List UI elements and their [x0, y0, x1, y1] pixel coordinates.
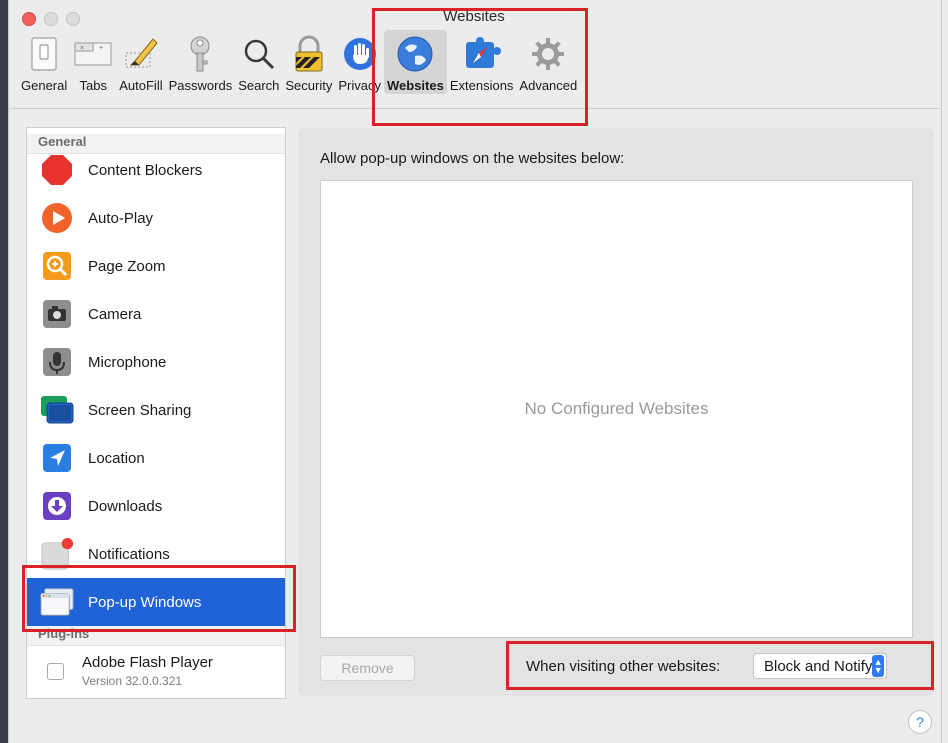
- sidebar-item-downloads[interactable]: Downloads: [27, 482, 285, 530]
- sidebar-item-label: Page Zoom: [88, 257, 166, 275]
- toolbar-autofill[interactable]: AutoFill: [116, 30, 165, 94]
- tabs-icon: × +: [73, 34, 113, 74]
- toolbar-security-label: Security: [285, 78, 333, 93]
- sidebar-item-microphone[interactable]: Microphone: [27, 338, 285, 386]
- toolbar-privacy-label: Privacy: [338, 78, 381, 93]
- allow-popups-label: Allow pop-up windows on the websites bel…: [320, 150, 625, 167]
- toolbar-privacy[interactable]: Privacy: [335, 30, 384, 94]
- autofill-pencil-icon: [121, 34, 161, 74]
- general-switch-icon: [24, 34, 64, 74]
- sidebar-item-label: Screen Sharing: [88, 401, 192, 419]
- toolbar-websites[interactable]: Websites: [383, 30, 447, 94]
- sidebar-item-auto-play[interactable]: Auto-Play: [27, 194, 285, 242]
- magnifier-icon: [239, 34, 279, 74]
- preferences-toolbar: General × + Tabs AutoFill Passwords Searc…: [18, 30, 580, 102]
- sidebar-item-content-blockers[interactable]: Content Blockers: [27, 146, 285, 194]
- sidebar-item-label: Pop-up Windows: [88, 593, 202, 611]
- sidebar-item-label: Location: [88, 449, 145, 467]
- sidebar-item-screen-sharing[interactable]: Screen Sharing: [27, 386, 285, 434]
- sidebar-item-label: Auto-Play: [88, 209, 154, 227]
- toolbar-extensions[interactable]: Extensions: [447, 30, 517, 94]
- flash-info: Adobe Flash Player Version 32.0.0.321: [82, 654, 213, 688]
- background-edge: [0, 0, 8, 743]
- sidebar-item-adobe-flash[interactable]: Adobe Flash Player Version 32.0.0.321: [27, 648, 285, 694]
- sidebar-item-label: Camera: [88, 305, 142, 323]
- puzzle-compass-icon: [462, 34, 502, 74]
- svg-text:+: +: [99, 45, 103, 52]
- configured-websites-list[interactable]: No Configured Websites: [320, 180, 913, 638]
- toolbar-tabs-label: Tabs: [79, 78, 107, 93]
- sidebar-item-location[interactable]: Location: [27, 434, 285, 482]
- toolbar-advanced-label: Advanced: [519, 78, 578, 93]
- sidebar-item-notifications[interactable]: Notifications: [27, 530, 285, 578]
- toolbar-websites-label: Websites: [386, 78, 444, 93]
- zoom-in-icon: [40, 249, 74, 283]
- toolbar-extensions-label: Extensions: [449, 78, 514, 93]
- help-button[interactable]: ?: [908, 710, 932, 734]
- download-icon: [40, 489, 74, 523]
- toolbar-general[interactable]: General: [18, 30, 70, 94]
- key-icon: [180, 34, 220, 74]
- other-websites-select[interactable]: Block and Notify ▲ ▼: [753, 653, 887, 679]
- padlock-icon: [289, 34, 329, 74]
- camera-icon: [40, 297, 74, 331]
- hand-icon: [340, 34, 380, 74]
- screen-sharing-icon: [40, 393, 74, 427]
- gear-icon: [528, 34, 568, 74]
- toolbar-tabs[interactable]: × + Tabs: [70, 30, 116, 94]
- globe-icon: [395, 34, 435, 74]
- sidebar-item-label: Microphone: [88, 353, 167, 371]
- stop-octagon-icon: [40, 153, 74, 187]
- empty-list-text: No Configured Websites: [524, 399, 709, 418]
- sidebar-item-page-zoom[interactable]: Page Zoom: [27, 242, 285, 290]
- remove-button[interactable]: Remove: [320, 655, 415, 681]
- location-arrow-icon: [40, 441, 74, 475]
- toolbar-search-label: Search: [238, 78, 280, 93]
- toolbar-general-label: General: [21, 78, 68, 93]
- websites-sidebar: General Content Blockers Auto-Play Page …: [26, 127, 286, 699]
- microphone-icon: [40, 345, 74, 379]
- play-circle-icon: [40, 201, 74, 235]
- toolbar-security[interactable]: Security: [282, 30, 335, 94]
- other-websites-label: When visiting other websites:: [526, 658, 721, 675]
- plugin-version: Version 32.0.0.321: [82, 674, 183, 688]
- toolbar-autofill-label: AutoFill: [119, 78, 163, 93]
- svg-text:×: ×: [80, 45, 84, 52]
- window-title: Websites: [443, 8, 505, 25]
- toolbar-divider: [8, 108, 940, 109]
- sidebar-item-label: Content Blockers: [88, 161, 203, 179]
- other-websites-value: Block and Notify: [764, 657, 873, 675]
- popup-window-icon: [40, 585, 74, 619]
- toolbar-search[interactable]: Search: [235, 30, 282, 94]
- plugin-name: Adobe Flash Player: [82, 654, 213, 671]
- sidebar-item-popup-windows[interactable]: Pop-up Windows: [27, 578, 285, 626]
- notification-badge-icon: [40, 537, 74, 571]
- toolbar-advanced[interactable]: Advanced: [516, 30, 580, 94]
- flash-enable-checkbox[interactable]: [47, 662, 64, 680]
- sidebar-section-plugins: Plug-ins: [27, 626, 285, 646]
- toolbar-passwords[interactable]: Passwords: [166, 30, 236, 94]
- sidebar-item-label: Downloads: [88, 497, 163, 515]
- sidebar-item-label: Notifications: [88, 545, 170, 563]
- sidebar-item-camera[interactable]: Camera: [27, 290, 285, 338]
- chevron-updown-icon: ▲ ▼: [872, 655, 884, 677]
- toolbar-passwords-label: Passwords: [168, 78, 233, 93]
